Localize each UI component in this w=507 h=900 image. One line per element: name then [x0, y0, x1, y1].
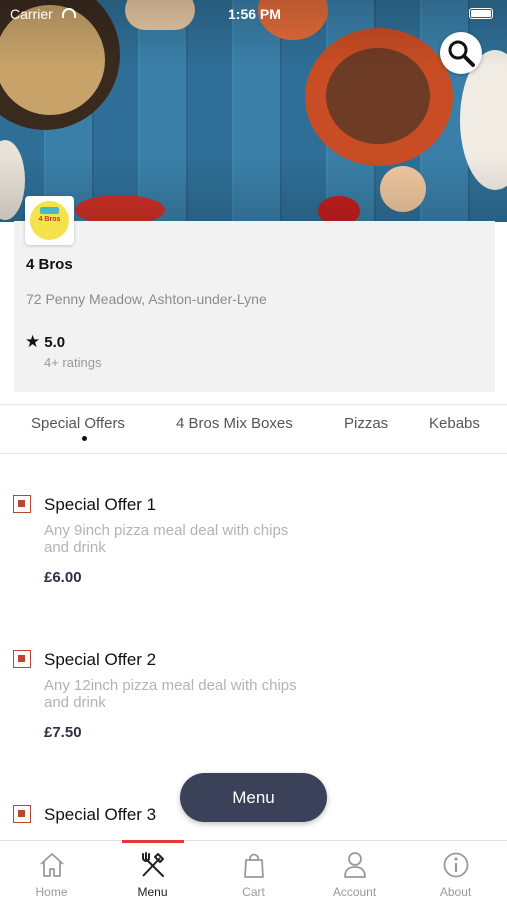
hero-banner: Carrier 1:56 PM [0, 0, 507, 222]
search-icon [448, 40, 475, 67]
active-tab-indicator [82, 436, 87, 441]
item-description: Any 9inch pizza meal deal with chips and… [44, 522, 289, 556]
nav-label: Account [332, 885, 377, 899]
menu-item[interactable]: Special Offer 2 Any 12inch pizza meal de… [0, 635, 507, 775]
rating-value: 5.0 [44, 333, 66, 351]
tab-kebabs[interactable]: Kebabs [429, 415, 480, 432]
floating-menu-button[interactable]: Menu [180, 773, 327, 822]
status-bar: Carrier 1:56 PM [0, 4, 507, 24]
nav-about[interactable]: About [405, 841, 506, 900]
clock: 1:56 PM [228, 6, 281, 22]
restaurant-logo: 4 Bros [25, 196, 74, 245]
item-select-checkbox[interactable] [13, 650, 31, 668]
item-description: Any 12inch pizza meal deal with chips an… [44, 677, 297, 711]
wifi-icon [62, 8, 76, 18]
star-icon: ★ [25, 332, 41, 351]
item-price: £6.00 [44, 569, 82, 586]
nav-home[interactable]: Home [1, 841, 102, 900]
nav-label: Cart [242, 885, 265, 899]
menu-item[interactable]: Special Offer 1 Any 9inch pizza meal dea… [0, 480, 507, 620]
restaurant-name: 4 Bros [26, 256, 73, 273]
nav-label: About [439, 885, 472, 899]
item-name: Special Offer 1 [44, 495, 157, 514]
bag-icon [244, 853, 264, 878]
ratings-count: 4+ ratings [44, 355, 102, 370]
item-name: Special Offer 2 [44, 650, 157, 669]
nav-cart[interactable]: Cart [203, 841, 304, 900]
item-name: Special Offer 3 [44, 805, 157, 824]
person-icon [344, 852, 366, 878]
bottom-tab-bar: Home Menu Cart Account About [0, 840, 507, 900]
rating: ★ 5.0 [25, 332, 65, 352]
logo-text: 4 Bros [38, 216, 61, 223]
fork-knife-icon [142, 852, 164, 877]
battery-icon [469, 8, 493, 19]
home-icon [40, 853, 64, 877]
nav-account[interactable]: Account [304, 841, 405, 900]
tab-4-bros-mix-boxes[interactable]: 4 Bros Mix Boxes [176, 415, 293, 432]
tab-pizzas[interactable]: Pizzas [344, 415, 388, 432]
category-tabs: Special Offers 4 Bros Mix Boxes Pizzas K… [0, 404, 507, 454]
item-price: £7.50 [44, 724, 82, 741]
nav-label: Menu [137, 885, 168, 899]
search-button[interactable] [440, 32, 482, 74]
item-select-checkbox[interactable] [13, 805, 31, 823]
nav-menu[interactable]: Menu [102, 841, 203, 900]
info-icon [443, 852, 469, 878]
restaurant-address: 72 Penny Meadow, Ashton-under-Lyne [26, 291, 267, 307]
nav-label: Home [35, 885, 68, 899]
tab-special-offers[interactable]: Special Offers [31, 415, 125, 432]
item-select-checkbox[interactable] [13, 495, 31, 513]
carrier-label: Carrier [10, 6, 53, 22]
